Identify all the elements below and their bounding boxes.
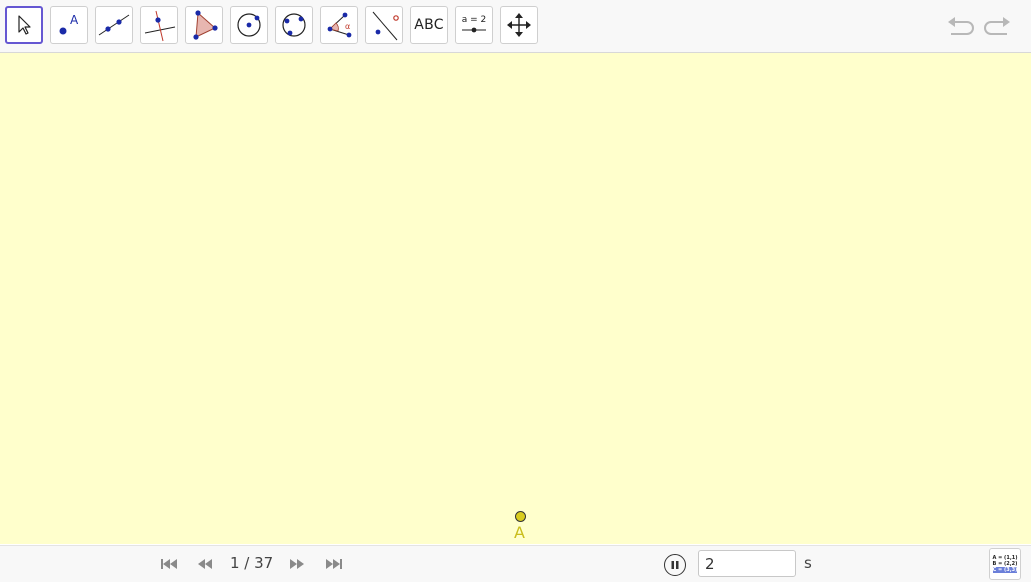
first-step-button[interactable] (158, 556, 180, 572)
rewind-icon (198, 559, 212, 569)
cursor-arrow-icon (18, 15, 31, 35)
circle-three-points-tool-button[interactable] (275, 6, 313, 44)
text-tool-button[interactable]: ABC (410, 6, 448, 44)
point-a-label: A (514, 523, 525, 542)
angle-tool-button[interactable]: α (320, 6, 358, 44)
speed-unit-label: s (804, 554, 812, 572)
perpendicular-line-icon (144, 10, 176, 42)
animation-speed-input[interactable] (698, 550, 796, 577)
slider-tool-button[interactable]: a = 2 (455, 6, 493, 44)
last-step-button[interactable] (323, 556, 345, 572)
point-tool-button[interactable]: A (50, 6, 88, 44)
previous-step-button[interactable] (194, 556, 216, 572)
point-tool-label: A (70, 13, 79, 27)
perpendicular-line-tool-button[interactable] (140, 6, 178, 44)
circle-icon (237, 13, 261, 37)
polygon-tool-button[interactable] (185, 6, 223, 44)
point-a[interactable] (515, 511, 526, 522)
pause-button[interactable] (664, 554, 686, 576)
pause-icon (671, 561, 679, 569)
point-icon: A (59, 13, 79, 35)
redo-button[interactable] (981, 10, 1015, 42)
redo-icon (984, 17, 1010, 35)
angle-icon: α (327, 12, 352, 38)
line-tool-button[interactable] (95, 6, 133, 44)
polygon-icon (193, 10, 218, 40)
move-graphics-view-tool-button[interactable] (500, 6, 538, 44)
text-tool-label: ABC (414, 17, 444, 33)
step-counter: 1 / 37 (230, 554, 274, 572)
toolbar: A α ABC a = 2 (0, 0, 1031, 53)
skip-to-start-icon (161, 559, 177, 569)
undo-button[interactable] (943, 10, 977, 42)
slider-tool-label: a = 2 (462, 15, 487, 25)
line-icon (98, 14, 130, 36)
graphics-view[interactable]: A (0, 53, 1031, 544)
algebra-line-3: C = (3,3) (992, 567, 1018, 573)
playback-bar: 1 / 37 s A = (1,1) B = (2,2) C = (3,3) (0, 545, 1031, 582)
angle-tool-label: α (345, 22, 350, 31)
undo-icon (948, 17, 974, 35)
fast-forward-icon (290, 559, 304, 569)
reflect-icon (372, 11, 399, 41)
skip-to-end-icon (326, 559, 342, 569)
circle-tool-button[interactable] (230, 6, 268, 44)
slider-icon: a = 2 (462, 15, 487, 33)
move-tool-button[interactable] (5, 6, 43, 44)
circle-three-points-icon (282, 13, 306, 37)
reflect-tool-button[interactable] (365, 6, 403, 44)
move-arrows-icon (507, 13, 531, 37)
algebra-view-toggle-button[interactable]: A = (1,1) B = (2,2) C = (3,3) (989, 548, 1021, 580)
next-step-button[interactable] (286, 556, 308, 572)
